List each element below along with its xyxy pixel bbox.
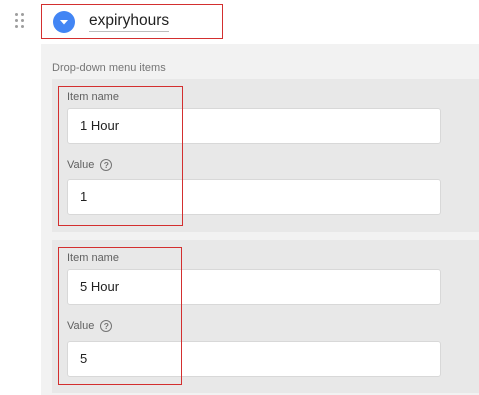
- chevron-down-icon: [60, 19, 68, 24]
- help-icon[interactable]: ?: [100, 159, 113, 171]
- drag-handle-icon[interactable]: [15, 13, 27, 29]
- variable-name-box: expiryhours: [41, 4, 223, 39]
- dropdown-item-card: Item name 5 Hour Value ? 5: [52, 240, 479, 393]
- item-name-label: Item name: [67, 252, 119, 264]
- item-value-input[interactable]: 1: [67, 179, 441, 215]
- item-name-label: Item name: [67, 91, 119, 103]
- variable-name-field[interactable]: expiryhours: [89, 12, 170, 32]
- dropdown-item-card: Item name 1 Hour Value ? 1: [52, 79, 479, 232]
- item-name-input[interactable]: 1 Hour: [67, 108, 441, 144]
- section-label: Drop-down menu items: [52, 62, 166, 74]
- item-value-input[interactable]: 5: [67, 341, 441, 377]
- help-icon[interactable]: ?: [100, 320, 113, 332]
- item-value-label: Value ?: [67, 159, 113, 171]
- collapse-button[interactable]: [53, 11, 75, 33]
- item-name-input[interactable]: 5 Hour: [67, 269, 441, 305]
- item-value-label: Value ?: [67, 320, 113, 332]
